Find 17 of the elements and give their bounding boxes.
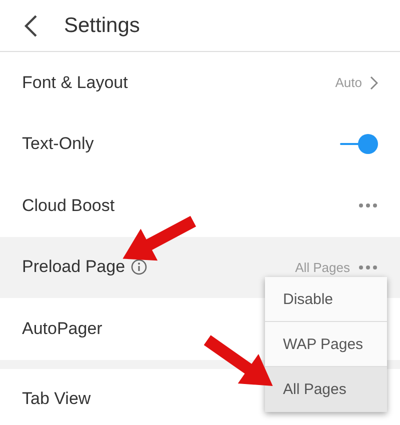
menu-item[interactable]: All Pages — [265, 367, 387, 412]
setting-value: All Pages — [295, 260, 350, 275]
setting-label: Preload Page — [22, 257, 126, 278]
more-icon[interactable] — [358, 264, 378, 270]
more-icon[interactable] — [358, 203, 378, 208]
setting-value: Auto — [335, 75, 362, 90]
setting-label: Tab View — [22, 389, 91, 410]
setting-label: AutoPager — [22, 318, 102, 339]
info-icon[interactable] — [131, 259, 148, 276]
back-icon[interactable] — [24, 14, 38, 36]
toggle-switch[interactable] — [340, 133, 378, 156]
setting-label: Text-Only — [22, 134, 94, 154]
setting-label: Font & Layout — [22, 72, 128, 93]
page-title: Settings — [64, 14, 140, 38]
chevron-icon[interactable] — [370, 76, 378, 90]
setting-label: Cloud Boost — [22, 196, 115, 216]
menu-item[interactable]: Disable — [265, 277, 387, 322]
